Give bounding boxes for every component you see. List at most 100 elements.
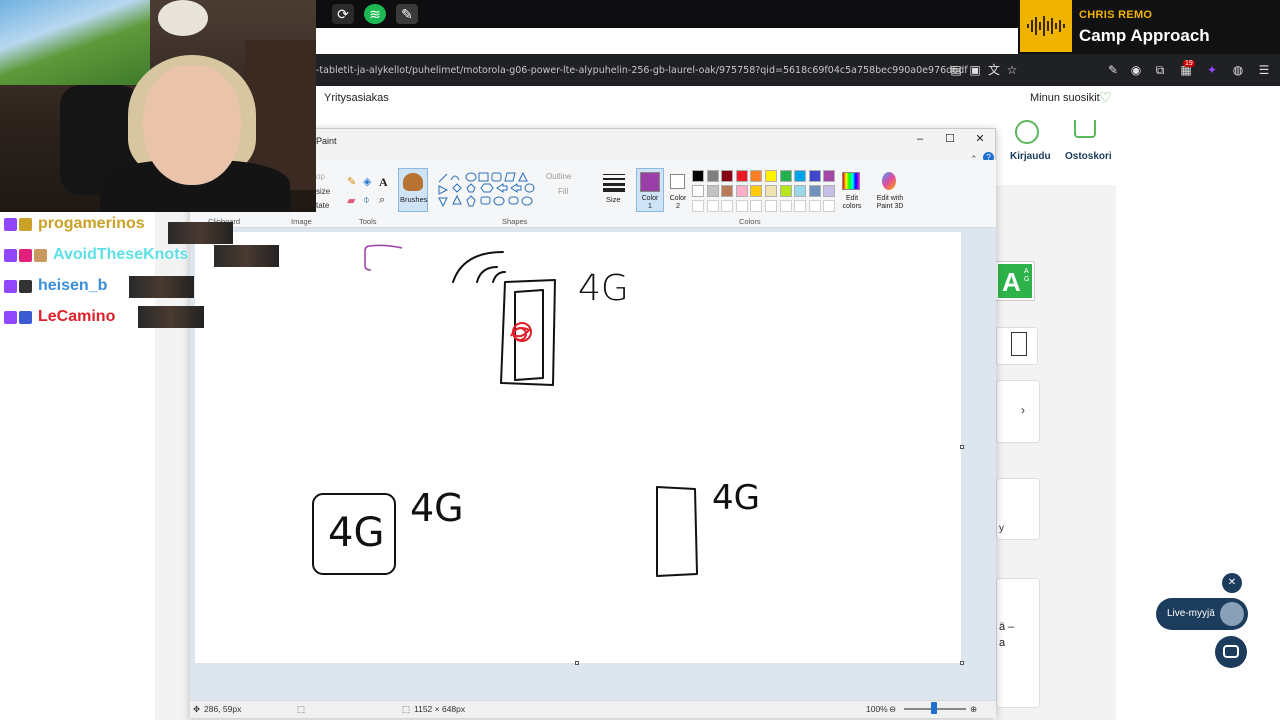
custom-swatch[interactable]	[750, 200, 763, 212]
robot-icon	[1223, 645, 1239, 658]
extensions-icon[interactable]: ⧉	[1152, 62, 1168, 78]
translate-icon[interactable]: 文	[986, 62, 1002, 78]
palette-swatch[interactable]	[765, 170, 777, 182]
custom-swatch[interactable]	[706, 200, 719, 212]
close-button[interactable]: ✕	[973, 132, 987, 146]
info-card[interactable]: ›	[996, 380, 1040, 443]
document-icon	[1011, 332, 1027, 356]
palette-swatch[interactable]	[794, 185, 807, 197]
palette-swatch[interactable]	[779, 185, 792, 197]
size-icon[interactable]	[603, 172, 625, 192]
refresh-app-icon[interactable]: ⟳	[332, 4, 354, 24]
text-tool-icon[interactable]: A	[379, 175, 388, 190]
magnifier-icon[interactable]: ⌕	[379, 194, 385, 207]
account-icon[interactable]: ◉	[1128, 62, 1144, 78]
canvas-text-4g-3: 4G	[410, 486, 464, 530]
energy-label[interactable]: A A G	[995, 261, 1035, 301]
palette-swatch[interactable]	[808, 170, 821, 182]
zoom-slider-thumb[interactable]	[931, 702, 937, 714]
address-bar[interactable]: -tabletit-ja-alykellot/puhelimet/motorol…	[316, 65, 968, 76]
palette-swatch[interactable]	[721, 170, 734, 182]
custom-swatch[interactable]	[721, 200, 734, 212]
chat-badge-icon	[19, 310, 32, 324]
close-live-icon[interactable]: ✕	[1222, 573, 1242, 593]
brushes-button[interactable]	[398, 168, 428, 212]
chevron-right-icon: ›	[1021, 403, 1025, 417]
palette-swatch[interactable]	[692, 185, 704, 197]
chat-badge-icon	[19, 217, 32, 231]
custom-swatch[interactable]	[765, 200, 777, 212]
paint3d-icon[interactable]	[882, 172, 896, 190]
now-playing-artist: CHRIS REMO	[1079, 9, 1153, 21]
maximize-button[interactable]: ☐	[943, 132, 957, 146]
profile-icon[interactable]: ◍	[1230, 62, 1246, 78]
edit-colors-icon[interactable]	[842, 172, 860, 190]
app-icon[interactable]: ✎	[396, 4, 418, 24]
custom-swatch[interactable]	[823, 200, 836, 212]
zoom-out-button[interactable]: ⊖	[889, 704, 896, 715]
user-icon[interactable]	[1015, 120, 1039, 144]
favorites-link[interactable]: Minun suosikit	[1030, 92, 1100, 104]
palette-swatch[interactable]	[823, 185, 836, 197]
chat-message: AvoidTheseKnots	[4, 244, 188, 266]
palette-swatch[interactable]	[706, 185, 719, 197]
zoom-in-button[interactable]: ⊕	[970, 704, 977, 715]
cart-link[interactable]: Ostoskori	[1065, 151, 1112, 162]
palette-swatch[interactable]	[779, 170, 792, 182]
custom-swatch[interactable]	[808, 200, 821, 212]
twitch-extension-icon[interactable]: ✦	[1204, 62, 1220, 78]
bookmark-star-icon[interactable]: ☆	[1004, 62, 1020, 78]
business-customer-link[interactable]: Yritysasiakas	[324, 92, 389, 104]
resize-handle-corner[interactable]	[960, 661, 964, 665]
card-text-1: ä –	[999, 621, 1015, 633]
screenshot-icon[interactable]: ▣	[967, 62, 983, 78]
color2-swatch[interactable]	[670, 174, 685, 189]
datasheet-card[interactable]	[996, 327, 1038, 365]
cursor-position: 286, 59px	[204, 704, 242, 714]
reader-icon[interactable]: ▤	[948, 62, 964, 78]
resize-handle-right[interactable]	[960, 445, 964, 449]
chatbot-button[interactable]	[1215, 636, 1247, 668]
spotify-icon[interactable]: ≋	[364, 4, 386, 24]
palette-swatch[interactable]	[735, 170, 748, 182]
fill-dropdown[interactable]: Fill	[558, 187, 568, 196]
palette-swatch[interactable]	[765, 185, 777, 197]
product-card[interactable]: y	[996, 478, 1040, 540]
custom-swatch[interactable]	[735, 200, 748, 212]
palette-swatch[interactable]	[823, 170, 836, 182]
tools-icon[interactable]: ✎	[1105, 62, 1121, 78]
heart-icon[interactable]: ♡	[1099, 89, 1112, 106]
cart-icon[interactable]	[1074, 120, 1096, 138]
login-link[interactable]: Kirjaudu	[1010, 151, 1051, 162]
edit-3d-label[interactable]: Edit with Paint 3D	[872, 195, 908, 211]
menu-icon[interactable]: ☰	[1256, 62, 1272, 78]
custom-swatch[interactable]	[794, 200, 807, 212]
fill-bucket-icon[interactable]: ◈	[363, 175, 371, 188]
palette-swatch[interactable]	[794, 170, 807, 182]
palette-swatch[interactable]	[750, 170, 763, 182]
custom-swatch[interactable]	[779, 200, 792, 212]
color-picker-icon[interactable]: ⌽	[363, 194, 370, 207]
rotate-button[interactable]: tate	[316, 201, 329, 210]
edit-colors-label[interactable]: Edit colors	[838, 195, 866, 211]
custom-swatch[interactable]	[692, 200, 704, 212]
chat-message: heisen_b	[4, 275, 107, 297]
crop-button[interactable]: op	[316, 172, 325, 181]
purple-stroke	[364, 244, 403, 271]
now-playing-title: Camp Approach	[1079, 26, 1210, 45]
chat-badge-icon	[4, 279, 17, 293]
minimize-button[interactable]: –	[913, 132, 927, 146]
outline-dropdown[interactable]: Outline	[546, 172, 571, 181]
palette-swatch[interactable]	[706, 170, 719, 182]
eraser-icon[interactable]: ▰	[347, 194, 355, 207]
chat-message: progamerinos	[4, 213, 145, 235]
palette-swatch[interactable]	[692, 170, 704, 182]
resize-button[interactable]: size	[316, 187, 330, 196]
shapes-gallery[interactable]	[437, 170, 537, 212]
palette-swatch[interactable]	[808, 185, 821, 197]
palette-swatch[interactable]	[721, 185, 734, 197]
palette-swatch[interactable]	[750, 185, 763, 197]
palette-swatch[interactable]	[735, 185, 748, 197]
pencil-icon[interactable]: ✎	[347, 175, 356, 188]
resize-handle-bottom[interactable]	[575, 661, 579, 665]
